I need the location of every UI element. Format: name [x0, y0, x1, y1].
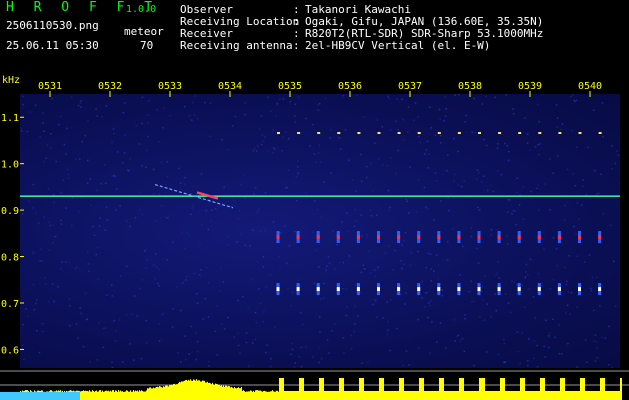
tone-mark — [497, 235, 501, 240]
tone-mark — [477, 235, 481, 240]
time-tick-label: 0537 — [398, 81, 422, 92]
tone-mark — [537, 235, 541, 240]
freq-tick-label: 1.1 — [1, 113, 19, 124]
tone-mark — [538, 132, 542, 135]
tone-mark — [276, 235, 280, 240]
tone-mark — [316, 235, 320, 240]
spectrogram-area — [20, 94, 620, 368]
tone-mark — [457, 132, 461, 135]
low-band-marker — [0, 392, 80, 400]
tone-mark — [336, 235, 340, 240]
tone-mark — [578, 287, 581, 292]
freq-tick-label: 0.9 — [1, 206, 19, 217]
tone-row — [277, 132, 602, 135]
tone-mark — [377, 132, 381, 135]
tone-mark — [417, 132, 421, 135]
time-tick-label: 0539 — [518, 81, 542, 92]
file-name: 2506110530.png — [6, 19, 99, 32]
freq-tick-label: 1.0 — [1, 160, 19, 171]
time-tick-label: 0531 — [38, 81, 62, 92]
tone-mark — [477, 287, 481, 292]
tone-mark — [316, 287, 320, 292]
observation-datetime: 25.06.11 05:30 — [6, 39, 99, 52]
tone-mark — [437, 235, 441, 240]
signal-level-strip — [0, 370, 629, 400]
tone-mark — [557, 287, 561, 292]
time-tick-label: 0533 — [158, 81, 182, 92]
freq-tick-label: 0.6 — [1, 345, 19, 356]
tone-mark — [457, 287, 461, 292]
tone-mark — [437, 132, 441, 135]
header-panel: H R O F F T 1.0.0 2506110530.png 25.06.1… — [0, 0, 629, 72]
tone-mark — [297, 132, 301, 135]
tone-mark — [437, 287, 441, 292]
signal-strip-bg — [0, 370, 629, 400]
tone-mark — [417, 235, 421, 240]
tone-mark — [517, 287, 521, 292]
tone-mark — [296, 235, 300, 240]
tone-mark — [397, 235, 401, 240]
tone-mark — [518, 132, 522, 135]
time-tick-label: 0532 — [98, 81, 122, 92]
freq-tick-label: 0.8 — [1, 253, 19, 264]
meteor-label: meteor — [124, 25, 164, 38]
meteor-count: 70 — [140, 39, 154, 52]
time-tick-label: 0535 — [278, 81, 302, 92]
tone-mark — [336, 287, 340, 292]
tone-mark — [296, 287, 300, 292]
tone-mark — [276, 287, 280, 292]
tone-mark — [557, 235, 561, 240]
tone-row — [276, 283, 602, 296]
tone-mark — [377, 287, 380, 292]
tone-mark — [277, 132, 280, 135]
station-colon: : — [293, 39, 300, 52]
tone-mark — [337, 132, 341, 135]
tone-mark — [598, 132, 602, 135]
time-tick-label: 0536 — [338, 81, 362, 92]
tone-mark — [356, 235, 360, 240]
tone-mark — [578, 132, 582, 135]
spectrogram-plot — [20, 94, 620, 368]
tone-mark — [457, 235, 461, 240]
tone-mark — [417, 287, 421, 292]
tone-mark — [517, 235, 521, 240]
tone-mark — [558, 132, 562, 135]
time-tick-label: 0534 — [218, 81, 242, 92]
tone-mark — [317, 132, 321, 135]
app-version: 1.0.0 — [126, 4, 157, 15]
tone-mark — [598, 287, 602, 292]
tone-mark — [578, 235, 581, 240]
hrofft-screen: H R O F F T 1.0.0 2506110530.png 25.06.1… — [0, 0, 629, 400]
tone-mark — [598, 235, 602, 240]
tone-mark — [497, 287, 501, 292]
tone-mark — [397, 132, 401, 135]
tone-mark — [357, 132, 361, 135]
freq-axis-label: kHz — [2, 75, 20, 86]
tone-mark — [377, 235, 380, 240]
tone-mark — [397, 287, 401, 292]
tone-mark — [478, 132, 481, 135]
noise-layer — [20, 94, 620, 368]
time-tick-label: 0538 — [458, 81, 482, 92]
station-key: Receiving antenna — [180, 39, 293, 52]
time-tick-label: 0540 — [578, 81, 602, 92]
tone-mark — [356, 287, 360, 292]
freq-tick-label: 0.7 — [1, 299, 19, 310]
station-value: 2el-HB9CV Vertical (el. E-W) — [305, 39, 491, 52]
tone-mark — [537, 287, 541, 292]
tone-mark — [498, 132, 502, 135]
tone-row — [276, 231, 602, 244]
